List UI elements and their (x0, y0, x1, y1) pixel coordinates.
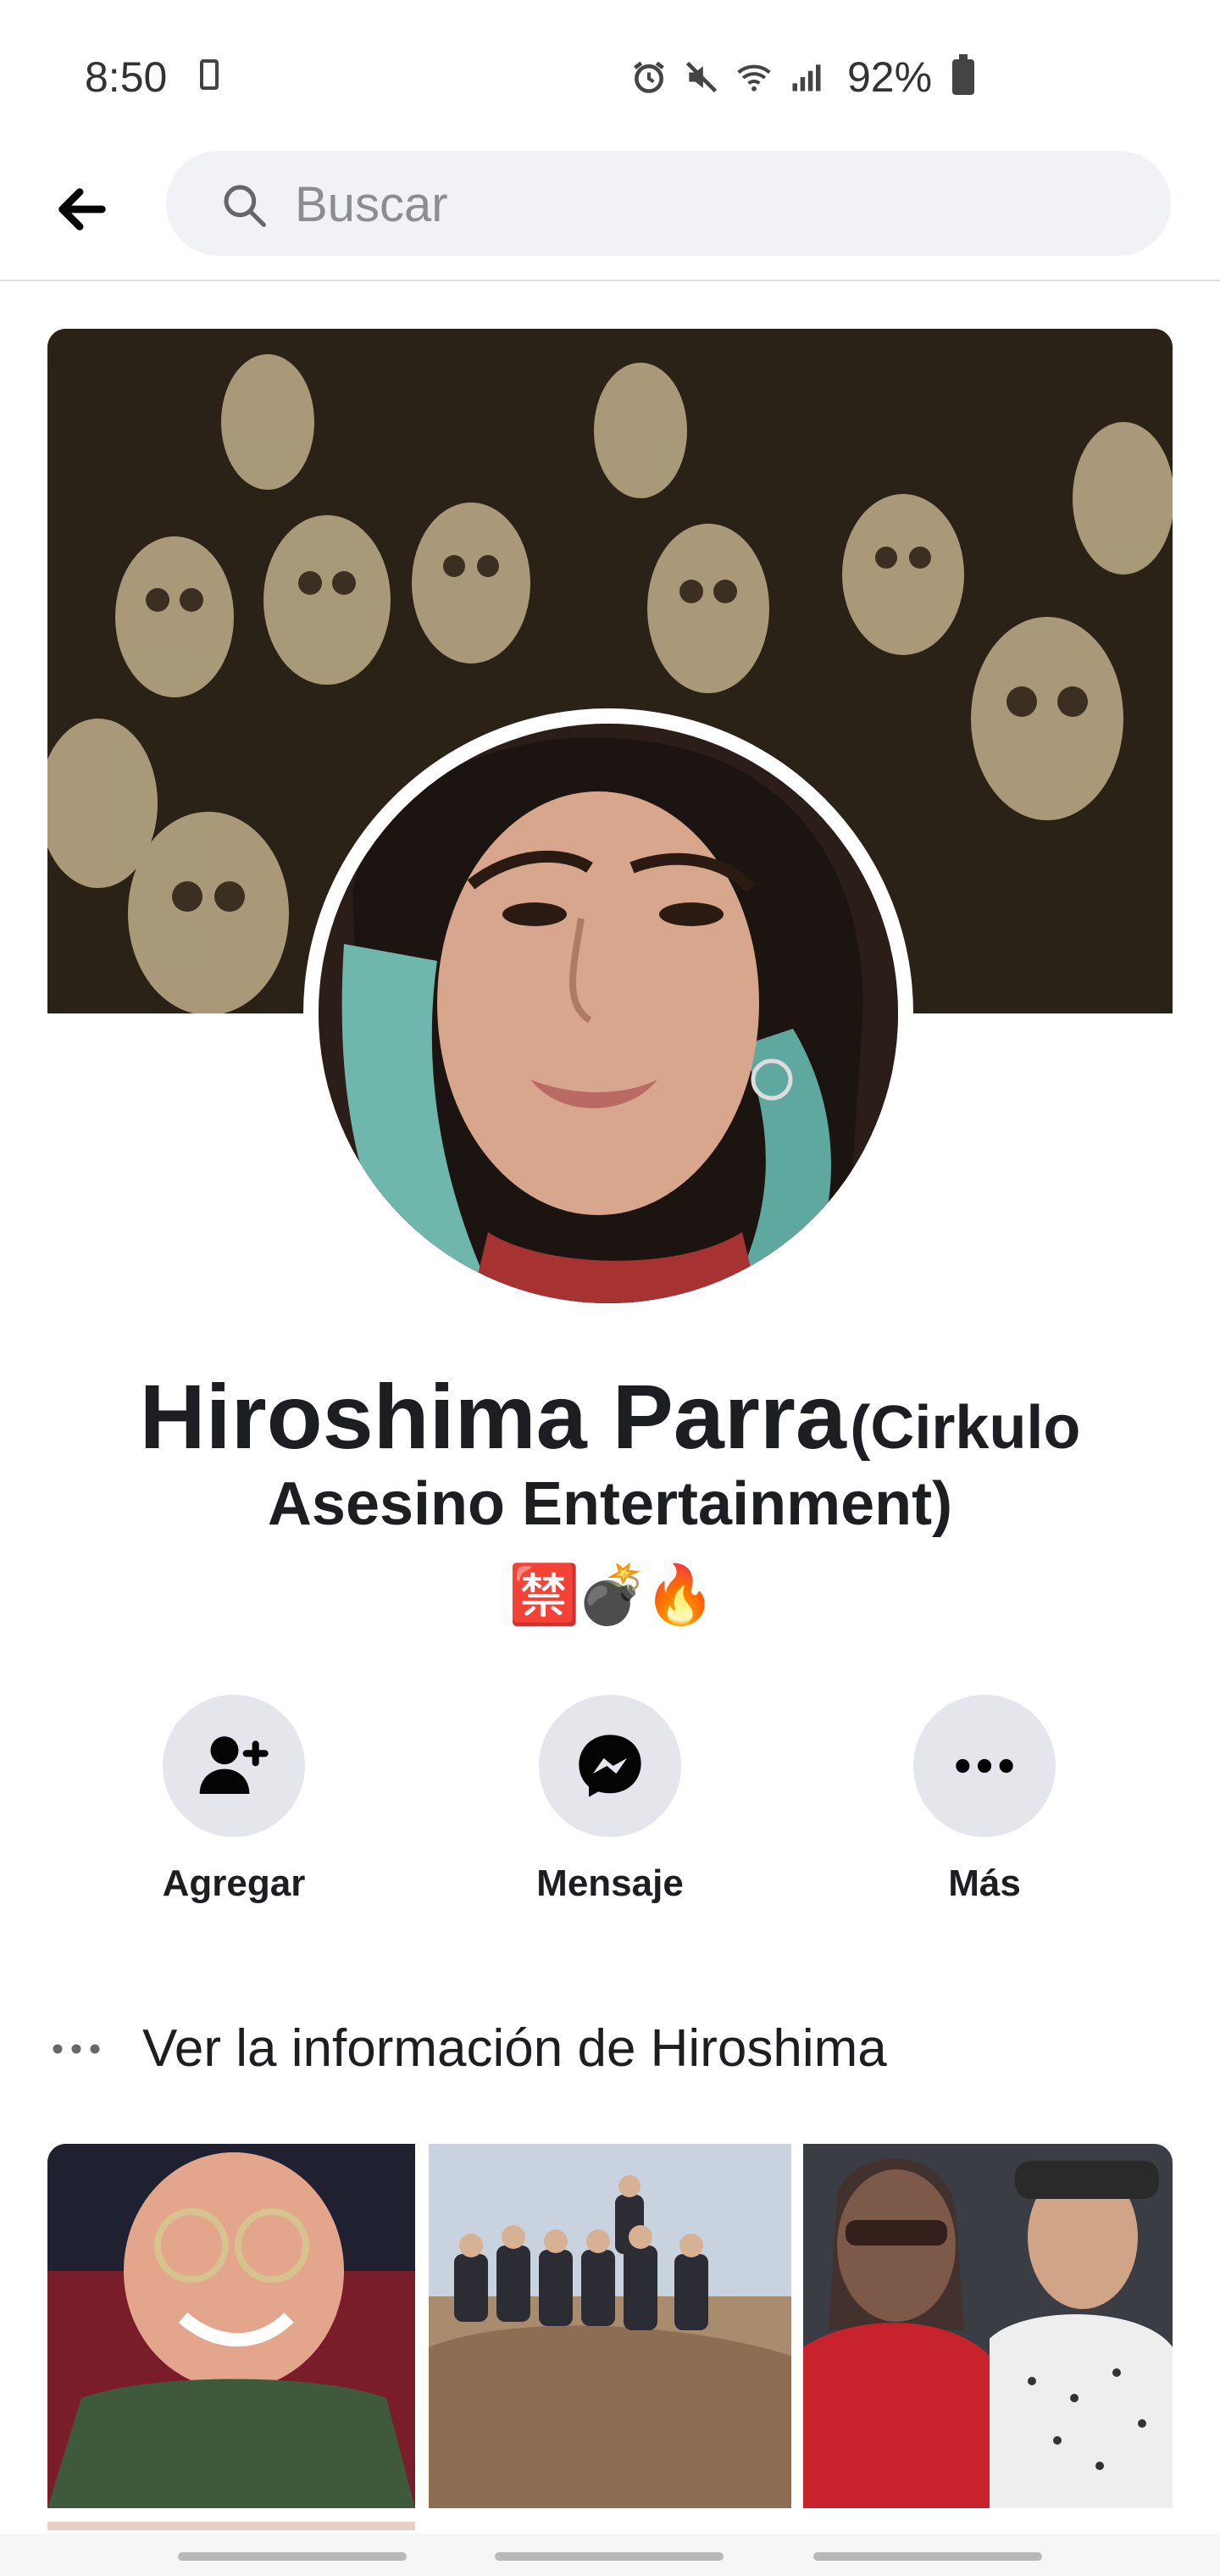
more-icon (956, 1758, 1013, 1774)
more-dots-icon (53, 2044, 100, 2054)
nav-home-button[interactable] (495, 2552, 724, 2561)
bio-emoji: 💣 (576, 1562, 648, 1629)
message-label: Mensaje (536, 1863, 684, 1904)
avatar-image (319, 724, 898, 1303)
profile-avatar[interactable] (319, 724, 898, 1303)
photo-image (429, 2144, 791, 2508)
battery-icon (952, 54, 975, 95)
photo-thumbnail[interactable] (47, 2144, 415, 2508)
bio-emoji: 🔥 (644, 1562, 716, 1629)
more-circle[interactable] (913, 1695, 1056, 1837)
see-about-info[interactable]: Ver la información de Hiroshima (47, 2017, 1064, 2085)
wifi-icon (737, 64, 771, 92)
status-icons: 92% (630, 53, 975, 102)
mute-icon (685, 61, 718, 93)
status-bar: 8:50 92% (0, 0, 1220, 144)
nav-back-button[interactable] (813, 2552, 1042, 2561)
search-input[interactable] (295, 176, 1057, 233)
photo-row-partial (47, 2522, 415, 2530)
add-friend-circle[interactable] (163, 1695, 305, 1837)
back-arrow-icon[interactable] (53, 180, 112, 239)
add-friend-button[interactable]: Agregar (132, 1695, 336, 1905)
see-about-label: Ver la información de Hiroshima (142, 2019, 887, 2078)
photo-grid (47, 2144, 1173, 2508)
search-icon (224, 185, 266, 227)
bio-emoji: 🈲 (508, 1562, 580, 1629)
profile-actions: Agregar Mensaje Más (0, 1695, 1220, 1915)
status-time: 8:50 (85, 53, 168, 101)
message-button[interactable]: Mensaje (508, 1695, 712, 1905)
add-friend-label: Agregar (162, 1863, 306, 1904)
sim-card-icon (200, 59, 219, 90)
photo-image (47, 2144, 415, 2508)
top-bar (0, 144, 1220, 281)
photo-image (803, 2144, 1173, 2508)
photo-thumbnail[interactable] (803, 2144, 1173, 2508)
message-circle[interactable] (539, 1695, 681, 1837)
bio-emojis: 🈲💣🔥 (0, 1561, 1220, 1629)
profile-name: Hiroshima Parra (139, 1365, 846, 1468)
add-friend-icon (199, 1736, 269, 1794)
more-button[interactable]: Más (883, 1695, 1086, 1905)
system-nav-bar (0, 2534, 1220, 2576)
more-label: Más (948, 1863, 1021, 1904)
messenger-icon (579, 1735, 641, 1797)
search-bar[interactable] (166, 151, 1171, 256)
photo-thumbnail[interactable] (429, 2144, 791, 2508)
profile-name-block: Hiroshima Parra (Cirkulo Asesino Enterta… (119, 1364, 1101, 1540)
nav-recent-button[interactable] (178, 2552, 407, 2561)
battery-percent: 92% (847, 53, 933, 101)
signal-icon (792, 64, 821, 92)
alarm-icon (634, 61, 664, 93)
